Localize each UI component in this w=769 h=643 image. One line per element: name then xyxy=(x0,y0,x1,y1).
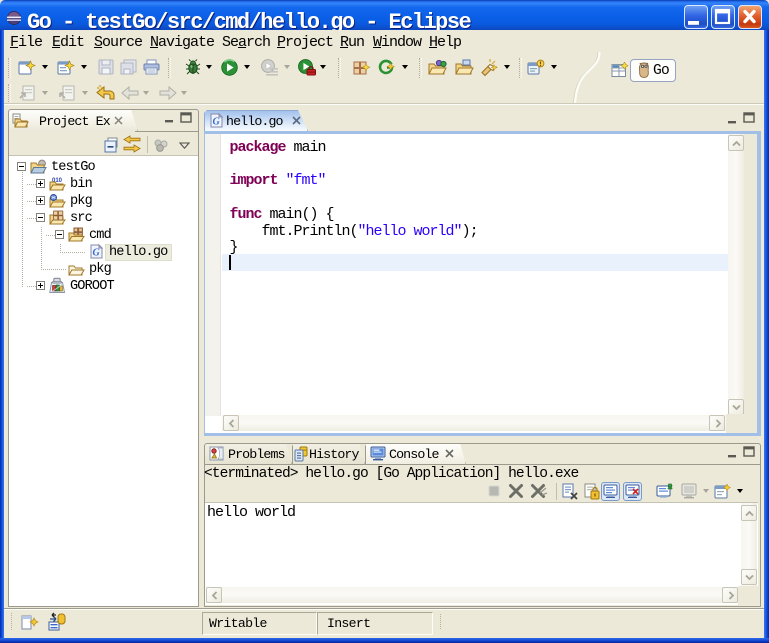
svg-text:G: G xyxy=(213,117,221,128)
svg-text:G: G xyxy=(93,248,101,259)
